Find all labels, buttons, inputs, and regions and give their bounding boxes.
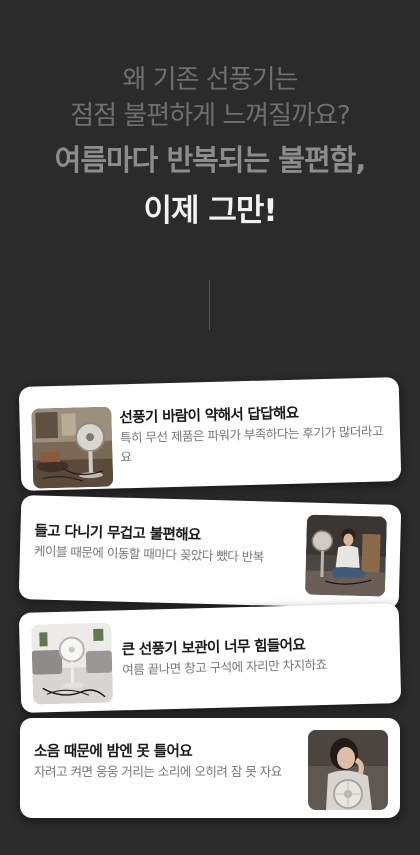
card-description: 자려고 켜면 웅웅 거리는 소리에 오히려 잠 못 자요 [34, 764, 282, 779]
headline-line-1: 왜 기존 선풍기는 [122, 65, 299, 95]
pain-point-card-noise: 소음 때문에 밤엔 못 틀어요 자려고 켜면 웅웅 거리는 소리에 오히려 잠 … [20, 718, 400, 818]
headline-line-2: 점점 불편하게 느껴질까요? [70, 101, 350, 131]
card-title: 들고 다니기 무겁고 불편해요 [34, 523, 201, 544]
pain-point-card-storage: 큰 선풍기 보관이 너무 힘들어요 여름 끝나면 창고 구석에 자리만 차지하죠 [18, 603, 402, 713]
pain-point-card-heavy: 들고 다니기 무겁고 불편해요 케이블 때문에 이동할 때마다 꽂았다 뺐다 반… [18, 495, 402, 609]
card-title: 소음 때문에 밤엔 못 틀어요 [34, 744, 193, 760]
woman-sitting-floor-fan-photo [304, 514, 387, 597]
card-description: 특히 무선 제품은 파워가 부족하다는 후기가 많더라고요 [119, 423, 384, 465]
messy-room-with-fan-photo [31, 406, 114, 489]
tired-woman-fan-photo [308, 730, 388, 810]
living-room-fan-cables-photo [31, 622, 114, 705]
vertical-divider [209, 280, 210, 330]
card-description: 케이블 때문에 이동할 때마다 꽂았다 뺐다 반복 [33, 543, 264, 565]
pain-point-card-weak-airflow: 선풍기 바람이 약해서 답답해요 특히 무선 제품은 파워가 부족하다는 후기가… [18, 377, 402, 491]
headline-line-3: 여름마다 반복되는 불편함, [54, 143, 367, 177]
headline-line-4: 이제 그만! [143, 193, 277, 229]
